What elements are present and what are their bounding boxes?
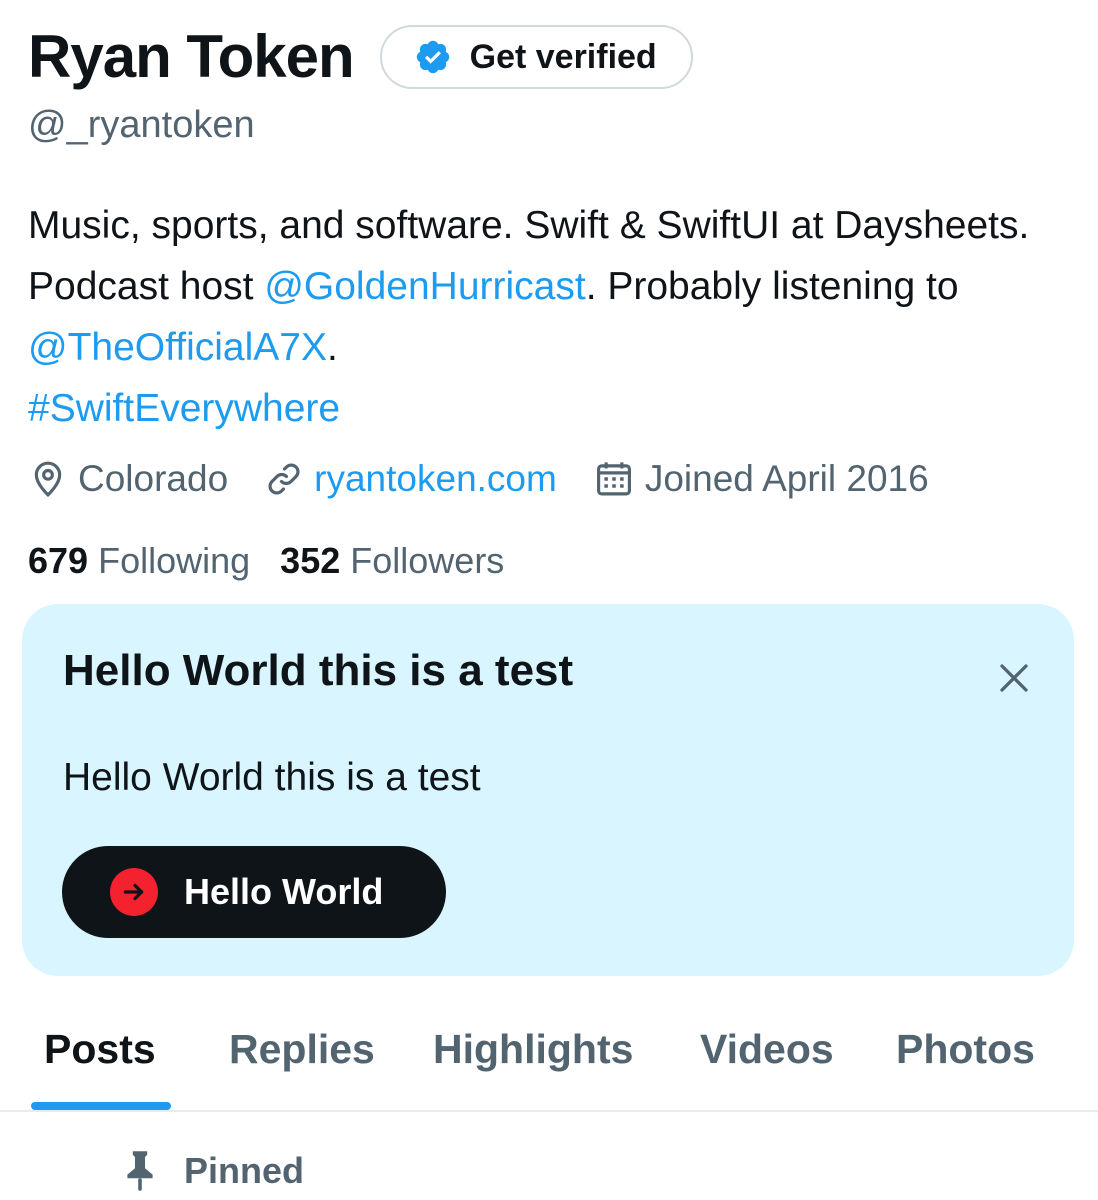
followers-count: 352 [280,540,341,581]
followers-stat[interactable]: 352 Followers [280,540,504,582]
tab-replies[interactable]: Replies [229,1026,375,1073]
website-link[interactable]: ryantoken.com [314,458,557,500]
tab-highlights[interactable]: Highlights [433,1026,633,1073]
location-pin-icon [34,461,62,497]
followers-label: Followers [350,540,505,581]
promo-card-button[interactable]: Hello World [62,846,446,938]
pin-icon [127,1151,153,1191]
promo-card-button-label: Hello World [184,871,384,912]
tab-photos[interactable]: Photos [896,1026,1035,1073]
link-icon [268,463,300,495]
pinned-indicator: Pinned [122,1144,304,1198]
close-icon[interactable] [992,656,1036,700]
arrow-right-icon [110,868,158,916]
profile-meta-row: Colorado ryantoken.com Joined April 2016 [28,454,965,504]
promo-card-body: Hello World this is a test [63,756,481,799]
website-item[interactable]: ryantoken.com [264,458,557,500]
profile-handle: @_ryantoken [28,104,255,146]
joined-item: Joined April 2016 [593,458,929,500]
tab-videos[interactable]: Videos [700,1026,834,1073]
get-verified-label: Get verified [469,37,657,76]
tab-posts[interactable]: Posts [44,1026,156,1073]
bio-mention-goldenhurricast[interactable]: @GoldenHurricast [264,265,585,308]
profile-tabs: Posts Replies Highlights Videos Photos [0,1010,1098,1112]
promo-card: Hello World this is a test Hello World t… [22,604,1074,976]
pinned-label: Pinned [184,1150,305,1191]
bio-text: . Probably listening to [585,265,959,308]
profile-stats-row: 679 Following 352 Followers [28,536,534,586]
get-verified-button[interactable]: Get verified [379,25,693,89]
bio-text: . [327,326,338,369]
calendar-icon [596,462,631,496]
joined-text: Joined April 2016 [644,458,929,499]
location-item: Colorado [28,458,228,500]
bio-mention-theofficiala7x[interactable]: @TheOfficialA7X [28,326,327,369]
display-name: Ryan Token [28,23,355,90]
following-count: 679 [28,540,89,581]
active-tab-indicator [31,1102,171,1110]
promo-card-title: Hello World this is a test [63,646,574,695]
profile-bio: Music, sports, and software. Swift & Swi… [28,195,1078,439]
verified-badge-icon [414,38,452,76]
location-text: Colorado [78,458,229,499]
following-label: Following [98,540,251,581]
profile-name-row: Ryan Token Get verified [28,22,693,92]
bio-hashtag-swifteverywhere[interactable]: #SwiftEverywhere [28,387,340,430]
following-stat[interactable]: 679 Following [28,540,250,582]
